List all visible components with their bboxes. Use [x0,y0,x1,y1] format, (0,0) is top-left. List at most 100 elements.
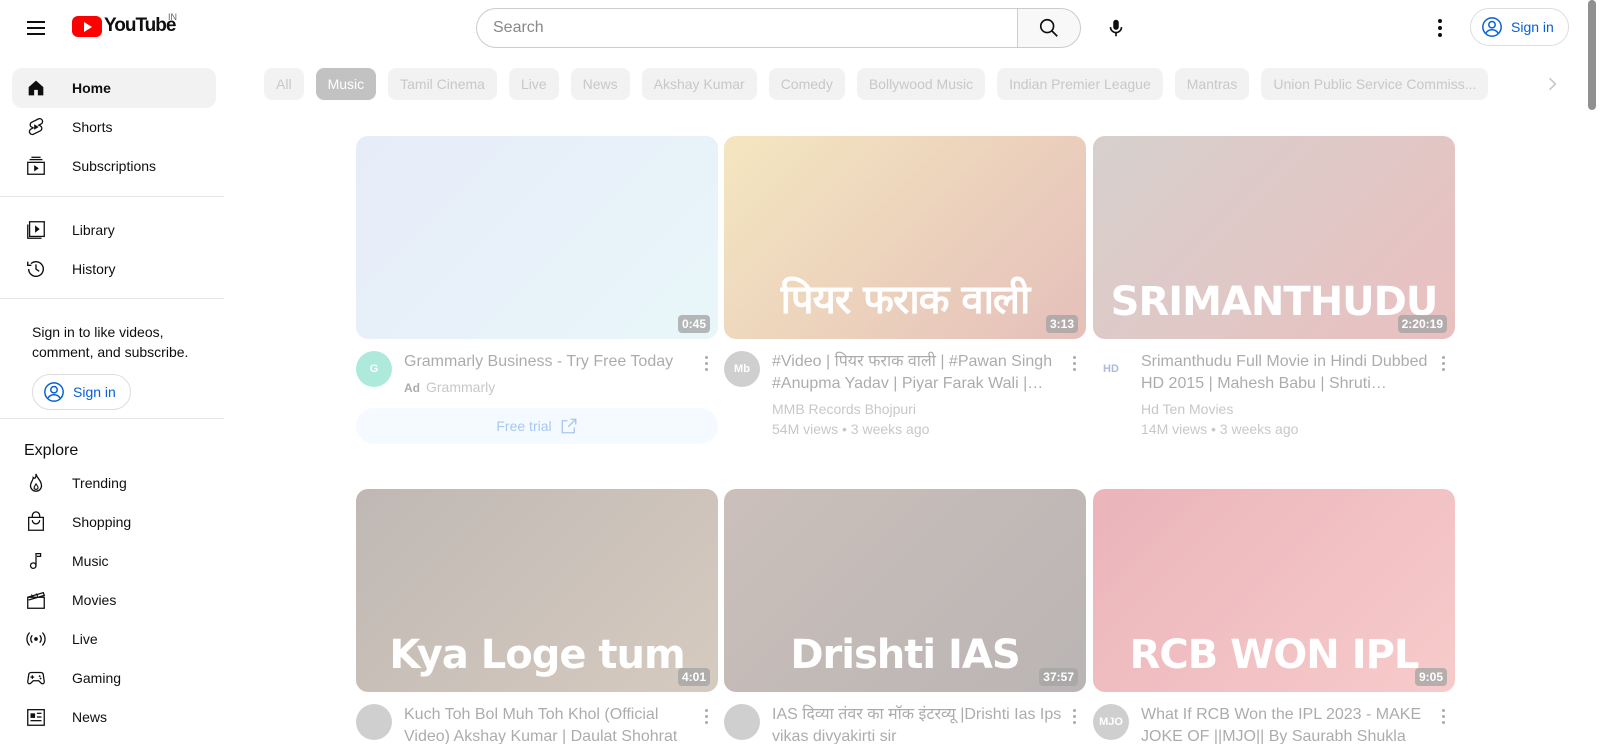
page-scrollbar[interactable] [1588,0,1596,110]
sign-in-button[interactable]: Sign in [1470,8,1569,46]
channel-name[interactable]: MMB Records Bhojpuri [772,399,1062,419]
channel-avatar[interactable]: Mb [724,351,760,387]
video-thumbnail[interactable]: Kya Loge tum 4:01 [356,489,718,692]
sidebar-item-music[interactable]: Music [12,541,216,581]
more-actions-icon[interactable] [1062,351,1086,375]
more-actions-icon[interactable] [694,704,718,728]
video-stats: 14M views • 3 weeks ago [1141,421,1299,437]
sidebar-sign-in-button[interactable]: Sign in [32,374,131,410]
video-meta: HD Srimanthudu Full Movie in Hindi Dubbed… [1093,351,1455,439]
channel-avatar[interactable]: MJO [1093,704,1129,740]
sidebar-item-label: Movies [72,592,117,608]
chip-news[interactable]: News [570,68,630,100]
history-icon [24,257,48,281]
sidebar-item-label: Shopping [72,514,132,530]
news-icon [24,705,48,729]
more-actions-icon[interactable] [694,351,718,375]
channel-avatar[interactable]: G [356,351,392,387]
chip-mantras[interactable]: Mantras [1174,68,1250,100]
library-icon [24,218,48,242]
chip-live[interactable]: Live [508,68,559,100]
filter-chips: All Music Tamil Cinema Live News Akshay Kumar… [264,68,1494,100]
video-text: IAS दिव्या तंवर का मॉक इंटरव्यू |Drishti… [772,704,1062,744]
chip-akshay-kumar[interactable]: Akshay Kumar [641,68,757,100]
chip-bollywood-music[interactable]: Bollywood Music [856,68,986,100]
chip-comedy[interactable]: Comedy [768,68,845,100]
video-card[interactable]: SRIMANTHUDU 2:20:19 HD Srimanthudu Full Mov… [1093,136,1455,439]
thumbnail-caption: RCB WON IPL [1129,632,1420,678]
sidebar: Home Shorts Subscriptions Library Histor… [0,56,224,744]
thumbnail-caption: Kya Loge tum [389,632,685,678]
sidebar-divider [0,418,224,419]
channel-avatar[interactable] [724,704,760,740]
free-trial-button[interactable]: Free trial [356,408,718,444]
sidebar-item-news[interactable]: News [12,697,216,737]
search-input[interactable] [476,8,1017,48]
video-card[interactable]: Kya Loge tum 4:01 Kuch Toh Bol Muh Toh Kho… [356,489,718,744]
hamburger-menu-icon[interactable] [20,12,52,44]
thumbnail-caption: Drishti IAS [790,632,1020,678]
sidebar-item-history[interactable]: History [12,249,216,289]
video-thumbnail[interactable]: Drishti IAS 37:57 [724,489,1086,692]
video-meta: Kuch Toh Bol Muh Toh Khol (Official Vide… [356,704,718,744]
channel-name[interactable]: Grammarly [426,379,495,395]
sidebar-item-home[interactable]: Home [12,68,216,108]
video-card[interactable]: RCB WON IPL 9:05 MJO What If RCB Won the IP… [1093,489,1455,744]
video-text: Grammarly Business - Try Free Today Ad Gra… [404,351,694,398]
sidebar-item-label: Shorts [72,119,113,135]
channel-avatar[interactable]: HD [1093,351,1129,387]
chip-all[interactable]: All [264,68,304,100]
video-card[interactable]: पियर फराक वाली 3:13 Mb #Video | पियर फराक व… [724,136,1086,439]
account-icon [44,382,64,402]
more-actions-icon[interactable] [1062,704,1086,728]
video-title[interactable]: Kuch Toh Bol Muh Toh Khol (Official Vide… [404,704,694,744]
duration-badge: 0:45 [677,315,710,333]
video-thumbnail[interactable]: 0:45 [356,136,718,339]
search-icon [1039,18,1058,37]
chip-union-public-service-commiss[interactable]: Union Public Service Commiss... [1261,68,1489,100]
video-title[interactable]: #Video | पियर फराक वाली | #Pawan Singh #… [772,351,1062,395]
video-title[interactable]: Grammarly Business - Try Free Today [404,351,694,373]
channel-avatar[interactable] [356,704,392,740]
microphone-icon [1109,19,1123,37]
video-title[interactable]: IAS दिव्या तंवर का मॉक इंटरव्यू |Drishti… [772,704,1062,744]
sidebar-divider [0,196,224,197]
video-title[interactable]: What If RCB Won the IPL 2023 - MAKE JOKE… [1141,704,1431,744]
duration-badge: 37:57 [1039,668,1078,686]
search-button[interactable] [1017,8,1081,48]
video-thumbnail[interactable]: RCB WON IPL 9:05 [1093,489,1455,692]
voice-search-button[interactable] [1096,8,1136,48]
sidebar-item-gaming[interactable]: Gaming [12,658,216,698]
video-thumbnail[interactable]: SRIMANTHUDU 2:20:19 [1093,136,1455,339]
subscriptions-icon [24,154,48,178]
explore-heading: Explore [24,442,79,459]
settings-more-icon[interactable] [1424,12,1456,44]
video-card[interactable]: 0:45 G Grammarly Business - Try Free Today… [356,136,718,444]
chip-tamil-cinema[interactable]: Tamil Cinema [388,68,497,100]
channel-name[interactable]: Hd Ten Movies [1141,399,1431,419]
sidebar-item-shorts[interactable]: Shorts [12,107,216,147]
external-link-icon [561,418,577,434]
sidebar-item-movies[interactable]: Movies [12,580,216,620]
more-actions-icon[interactable] [1431,704,1455,728]
sidebar-item-library[interactable]: Library [12,210,216,250]
sidebar-item-trending[interactable]: Trending [12,463,216,503]
sidebar-item-live[interactable]: Live [12,619,216,659]
sidebar-item-subscriptions[interactable]: Subscriptions [12,146,216,186]
thumbnail-caption: पियर फराक वाली [780,277,1031,323]
sidebar-item-label: Trending [72,475,127,491]
video-card[interactable]: Drishti IAS 37:57 IAS दिव्या तंवर का मॉक इ… [724,489,1086,744]
chevron-right-icon[interactable] [1542,74,1562,94]
more-actions-icon[interactable] [1431,351,1455,375]
chip-music[interactable]: Music [315,68,377,100]
video-text: Srimanthudu Full Movie in Hindi Dubbed H… [1141,351,1431,439]
chip-indian-premier-league[interactable]: Indian Premier League [997,68,1163,100]
ad-info: Ad Grammarly [404,377,694,398]
sidebar-item-shopping[interactable]: Shopping [12,502,216,542]
youtube-logo[interactable]: YouTube IN [72,12,177,37]
signin-prompt-text: Sign in to like videos, comment, and sub… [32,324,189,360]
sign-in-label: Sign in [73,384,116,400]
video-title[interactable]: Srimanthudu Full Movie in Hindi Dubbed H… [1141,351,1431,395]
video-thumbnail[interactable]: पियर फराक वाली 3:13 [724,136,1086,339]
video-stats: 54M views • 3 weeks ago [772,421,930,437]
